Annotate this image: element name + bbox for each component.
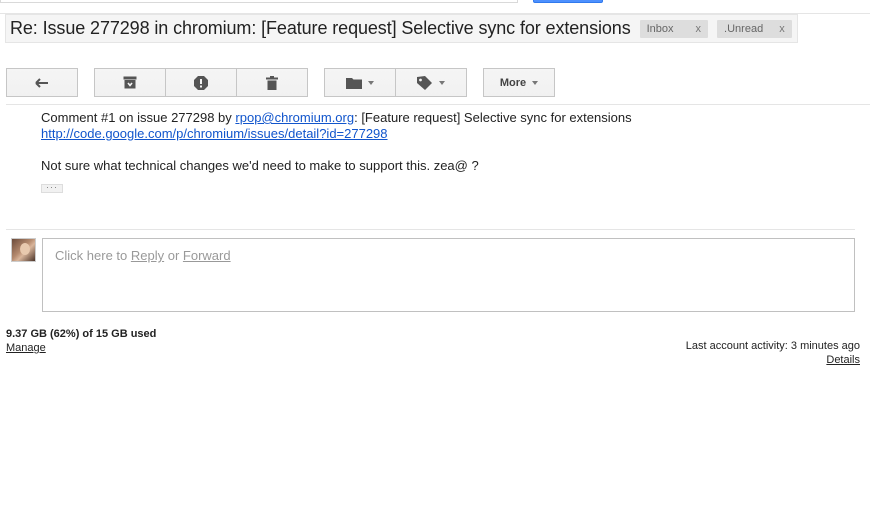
- issue-link[interactable]: http://code.google.com/p/chromium/issues…: [41, 126, 388, 141]
- intro-suffix: : [Feature request] Selective sync for e…: [354, 110, 632, 125]
- reply-box[interactable]: Click here to Reply or Forward: [42, 238, 855, 312]
- label-chip-unread[interactable]: .Unread x: [717, 19, 792, 38]
- reply-link[interactable]: Reply: [131, 248, 164, 263]
- top-bar-remnant: [0, 0, 870, 14]
- subject-bar: Re: Issue 277298 in chromium: [Feature r…: [5, 14, 798, 43]
- reply-prompt: Click here to: [55, 248, 131, 263]
- email-subject: Re: Issue 277298 in chromium: [Feature r…: [10, 18, 631, 38]
- last-account-activity: Last account activity: 3 minutes ago: [685, 340, 860, 352]
- chevron-down-icon: [532, 80, 539, 85]
- chevron-down-icon: [368, 80, 374, 85]
- search-box-remnant[interactable]: [0, 0, 518, 3]
- report-spam-icon: [194, 75, 208, 90]
- label-tag-icon: [417, 75, 432, 90]
- intro-prefix: Comment #1 on issue 277298 by: [41, 110, 236, 125]
- trash-icon: [266, 75, 278, 90]
- remove-label-button[interactable]: x: [779, 23, 785, 35]
- archive-icon: [123, 76, 137, 89]
- report-spam-button[interactable]: [165, 68, 237, 97]
- activity-details-link[interactable]: Details: [826, 353, 860, 367]
- move-to-button[interactable]: [324, 68, 396, 97]
- search-button-remnant[interactable]: [533, 0, 603, 3]
- message-body: Comment #1 on issue 277298 by rpop@chrom…: [41, 110, 841, 174]
- back-button[interactable]: [6, 68, 78, 97]
- remove-label-button[interactable]: x: [696, 23, 702, 35]
- more-label[interactable]: More: [500, 77, 526, 89]
- show-trimmed-content-button[interactable]: ···: [41, 183, 63, 193]
- archive-button[interactable]: [94, 68, 166, 97]
- forward-link[interactable]: Forward: [183, 248, 231, 263]
- author-email-link[interactable]: rpop@chromium.org: [235, 110, 354, 125]
- avatar: [11, 238, 36, 262]
- message-divider: [6, 229, 855, 230]
- back-arrow-icon: [35, 77, 48, 88]
- labels-button[interactable]: [395, 68, 467, 97]
- label-name[interactable]: .Unread: [724, 23, 763, 35]
- storage-quota: 9.37 GB (62%) of 15 GB used: [6, 328, 157, 340]
- chevron-down-icon: [439, 80, 445, 85]
- label-name[interactable]: Inbox: [647, 23, 674, 35]
- label-chip-inbox[interactable]: Inbox x: [639, 19, 709, 38]
- delete-button[interactable]: [236, 68, 308, 97]
- folder-icon: [346, 77, 362, 89]
- more-button[interactable]: More: [483, 68, 555, 97]
- toolbar-divider: [6, 104, 870, 105]
- message-text: Not sure what technical changes we'd nee…: [41, 158, 479, 173]
- manage-storage-link[interactable]: Manage: [6, 341, 46, 355]
- reply-separator: or: [164, 248, 183, 263]
- comment-intro: Comment #1 on issue 277298 by rpop@chrom…: [41, 110, 841, 126]
